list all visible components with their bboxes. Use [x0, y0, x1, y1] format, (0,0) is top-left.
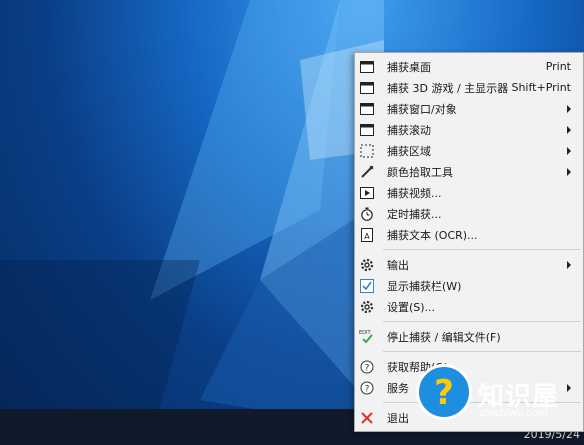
- close-x-icon: [359, 410, 375, 426]
- gear-icon: [359, 257, 375, 273]
- menu-item-stop-capture-edit[interactable]: EDIT 停止捕获 / 编辑文件(F): [355, 326, 583, 347]
- lightbulb-icon: ?: [416, 364, 472, 420]
- menu-item-label: 定时捕获...: [387, 207, 442, 221]
- menu-item-label: 显示捕获栏(W): [387, 279, 462, 293]
- menu-item-capture-text-ocr[interactable]: A 捕获文本 (OCR)...: [355, 224, 583, 245]
- menu-item-capture-window[interactable]: 捕获窗口/对象: [355, 98, 583, 119]
- menu-item-label: 捕获视频...: [387, 186, 442, 200]
- menu-item-capture-3d-game[interactable]: 捕获 3D 游戏 / 主显示器 Shift+Print: [355, 77, 583, 98]
- dashed-region-icon: [359, 143, 375, 159]
- submenu-arrow-icon: [567, 104, 571, 113]
- menu-item-color-picker[interactable]: 颜色拾取工具: [355, 161, 583, 182]
- menu-item-capture-video[interactable]: 捕获视频...: [355, 182, 583, 203]
- svg-text:?: ?: [434, 373, 454, 413]
- window-icon: [359, 59, 375, 75]
- menu-item-output[interactable]: 输出: [355, 254, 583, 275]
- video-icon: [359, 185, 375, 201]
- text-doc-icon: A: [359, 227, 375, 243]
- menu-separator: [383, 321, 581, 322]
- menu-item-label: 捕获文本 (OCR)...: [387, 228, 478, 242]
- menu-item-label: 退出: [387, 411, 409, 425]
- submenu-arrow-icon: [567, 125, 571, 134]
- watermark-logo: ? 知识屋 zhishiwu.com: [416, 360, 584, 420]
- submenu-arrow-icon: [567, 167, 571, 176]
- menu-item-shortcut: Print: [545, 60, 571, 73]
- window-icon: [359, 122, 375, 138]
- checkbox-checked-icon: [359, 278, 375, 294]
- menu-item-label: 颜色拾取工具: [387, 165, 453, 179]
- menu-item-label: 捕获 3D 游戏 / 主显示器: [387, 81, 509, 95]
- svg-text:EDIT: EDIT: [359, 330, 371, 336]
- help-circle-icon: ?: [359, 380, 375, 396]
- submenu-arrow-icon: [567, 260, 571, 269]
- menu-item-capture-scroll[interactable]: 捕获滚动: [355, 119, 583, 140]
- menu-item-label: 捕获桌面: [387, 60, 431, 74]
- menu-item-capture-region[interactable]: 捕获区域: [355, 140, 583, 161]
- gear-icon: [359, 299, 375, 315]
- eyedropper-icon: [359, 164, 375, 180]
- menu-item-label: 设置(S)...: [387, 300, 436, 314]
- menu-separator: [383, 249, 581, 250]
- timer-icon: [359, 206, 375, 222]
- svg-text:A: A: [364, 232, 370, 241]
- menu-item-label: 服务: [387, 381, 409, 395]
- submenu-arrow-icon: [567, 146, 571, 155]
- edit-check-icon: EDIT: [359, 329, 375, 345]
- menu-item-shortcut: Shift+Print: [511, 81, 571, 94]
- menu-item-label: 输出: [387, 258, 409, 272]
- menu-item-show-capture-bar[interactable]: 显示捕获栏(W): [355, 275, 583, 296]
- menu-item-label: 捕获区域: [387, 144, 431, 158]
- window-icon: [359, 101, 375, 117]
- menu-item-label: 捕获滚动: [387, 123, 431, 137]
- svg-text:?: ?: [365, 384, 370, 394]
- watermark-url: zhishiwu.com: [480, 408, 548, 419]
- svg-text:?: ?: [365, 363, 370, 373]
- menu-item-label: 停止捕获 / 编辑文件(F): [387, 330, 501, 344]
- menu-item-label: 捕获窗口/对象: [387, 102, 457, 116]
- menu-item-capture-desktop[interactable]: 捕获桌面 Print: [355, 56, 583, 77]
- menu-item-settings[interactable]: 设置(S)...: [355, 296, 583, 317]
- help-circle-icon: ?: [359, 359, 375, 375]
- window-icon: [359, 80, 375, 96]
- menu-separator: [383, 351, 581, 352]
- menu-item-timed-capture[interactable]: 定时捕获...: [355, 203, 583, 224]
